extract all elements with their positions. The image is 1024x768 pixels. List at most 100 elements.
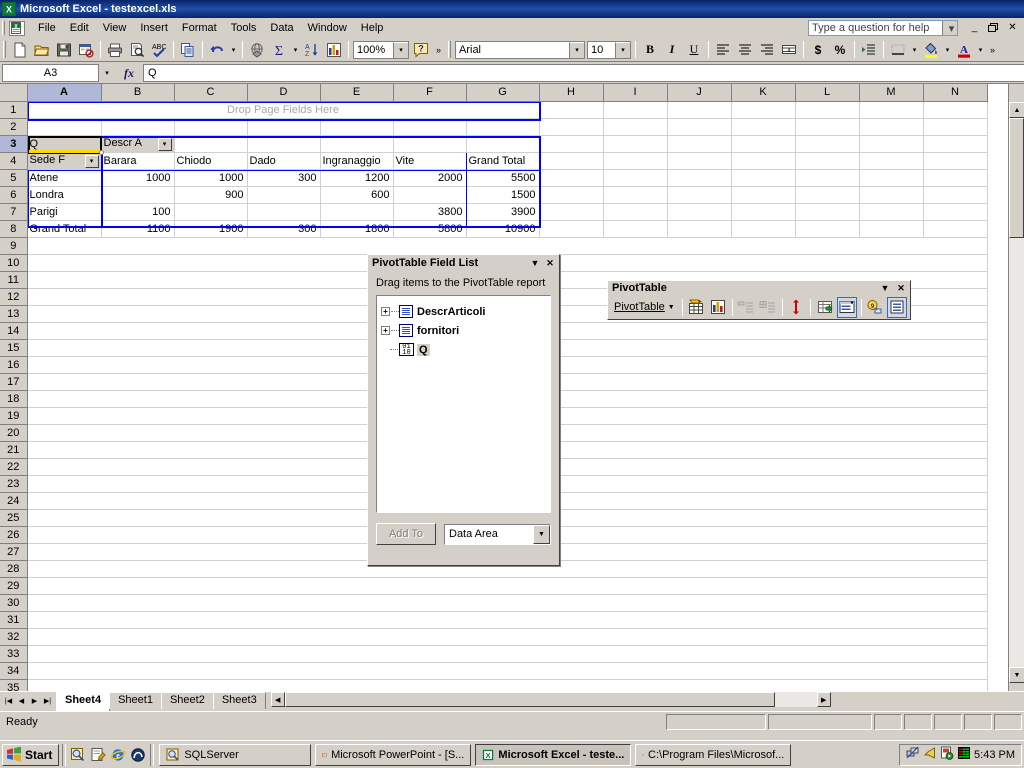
row-header-23[interactable]: 23 [0, 475, 28, 493]
cell-j3[interactable] [667, 135, 732, 153]
increase-indent-icon[interactable] [858, 39, 880, 60]
resource-meter-icon[interactable] [957, 746, 971, 763]
cell-l4[interactable] [795, 152, 860, 170]
pivot-row-field-dropdown-icon[interactable]: ▾ [84, 154, 99, 168]
horizontal-scroll-track[interactable] [774, 692, 817, 707]
cell-k8[interactable] [731, 220, 796, 238]
cell-n4[interactable] [923, 152, 988, 170]
row-header-4[interactable]: 4 [0, 152, 28, 170]
pivottable-field-list-dialog[interactable]: PivotTable Field List ▼ ✕ Drag items to … [367, 254, 560, 566]
chevron-down-icon[interactable]: ▾ [615, 41, 630, 58]
toolbar-gripper[interactable] [3, 41, 6, 58]
dialog-titlebar[interactable]: PivotTable Field List ▼ ✕ [368, 255, 559, 271]
row-header-33[interactable]: 33 [0, 645, 28, 663]
row-header-18[interactable]: 18 [0, 390, 28, 408]
align-left-icon[interactable] [712, 39, 734, 60]
vertical-scroll-track[interactable] [1009, 238, 1024, 667]
pivottable-toolbar[interactable]: PivotTable ▼ ✕ PivotTable ▼ 9 [607, 280, 911, 320]
formatting-toolbar-overflow-icon[interactable]: » [986, 45, 999, 54]
pivot-value-0-3[interactable]: 1200 [320, 169, 394, 187]
underline-button[interactable]: U [683, 39, 705, 60]
copy-icon[interactable] [177, 39, 199, 60]
format-report-icon[interactable] [687, 297, 706, 318]
hide-detail-icon[interactable] [737, 297, 756, 318]
include-hidden-items-icon[interactable] [815, 297, 834, 318]
column-header-b[interactable]: B [101, 84, 175, 102]
borders-icon[interactable] [887, 39, 909, 60]
row-header-2[interactable]: 2 [0, 118, 28, 136]
volume-icon[interactable] [923, 746, 937, 763]
vertical-scrollbar[interactable]: ▲ ▼ [1008, 84, 1024, 691]
row-header-13[interactable]: 13 [0, 305, 28, 323]
pivot-value-1-3[interactable]: 600 [320, 186, 394, 204]
print-preview-icon[interactable] [126, 39, 148, 60]
chevron-down-icon[interactable]: ▾ [393, 41, 408, 58]
cell-h8[interactable] [539, 220, 604, 238]
hyperlink-icon[interactable] [246, 39, 268, 60]
horizontal-scrollbar[interactable]: ◀ ▶ [265, 692, 1024, 707]
cell-l2[interactable] [795, 118, 860, 136]
close-button[interactable]: ✕ [1004, 20, 1021, 35]
pivot-row-label-0[interactable]: Atene [27, 169, 102, 187]
sheet-tab-sheet3[interactable]: Sheet3 [212, 692, 266, 709]
chart-wizard-icon[interactable] [323, 39, 345, 60]
row-header-12[interactable]: 12 [0, 288, 28, 306]
taskbar-item-sqlserver[interactable]: SQLServer [159, 743, 312, 766]
pivot-value-2-4[interactable]: 3800 [393, 203, 467, 221]
pivot-value-0-2[interactable]: 300 [247, 169, 321, 187]
cell-k1[interactable] [731, 101, 796, 119]
cell-i4[interactable] [603, 152, 668, 170]
scroll-down-icon[interactable]: ▼ [1009, 667, 1024, 683]
cell-i7[interactable] [603, 203, 668, 221]
cell-m7[interactable] [859, 203, 924, 221]
formatting-toolbar-gripper[interactable] [448, 41, 451, 58]
row-header-19[interactable]: 19 [0, 407, 28, 425]
field-settings-icon[interactable] [836, 296, 857, 318]
taskbar-item-powerpoint[interactable]: P Microsoft PowerPoint - [S... [315, 743, 472, 766]
cell-n2[interactable] [923, 118, 988, 136]
pivot-value-2-0[interactable]: 100 [101, 203, 175, 221]
fill-color-dropdown-icon[interactable]: ▾ [942, 39, 953, 60]
dialog-options-dropdown-icon[interactable]: ▼ [528, 257, 542, 270]
pivot-value-0-4[interactable]: 2000 [393, 169, 467, 187]
row-header-9[interactable]: 9 [0, 237, 28, 255]
menubar-gripper[interactable] [2, 21, 5, 35]
cell-l8[interactable] [795, 220, 860, 238]
menu-tools[interactable]: Tools [224, 20, 264, 36]
menu-window[interactable]: Window [301, 20, 354, 36]
column-header-n[interactable]: N [923, 84, 988, 102]
cell-h6[interactable] [539, 186, 604, 204]
clock[interactable]: 5:43 PM [974, 749, 1015, 761]
cell-m2[interactable] [859, 118, 924, 136]
document-icon[interactable]: X [9, 20, 25, 36]
pivot-col-header-0[interactable]: Barara [101, 152, 175, 170]
pivot-value-1-0[interactable] [101, 186, 175, 204]
row-header-34[interactable]: 34 [0, 662, 28, 680]
currency-style-button[interactable]: $ [807, 39, 829, 60]
font-combo[interactable]: Arial ▾ [455, 40, 585, 59]
column-header-c[interactable]: C [174, 84, 248, 102]
chart-wizard-icon[interactable] [708, 297, 727, 318]
autosum-dropdown-icon[interactable]: ▾ [290, 39, 301, 60]
zoom-combo[interactable]: 100% ▾ [353, 40, 409, 59]
pivot-value-1-2[interactable] [247, 186, 321, 204]
row-header-10[interactable]: 10 [0, 254, 28, 272]
restore-button[interactable] [985, 20, 1002, 35]
scroll-up-icon[interactable]: ▲ [1009, 102, 1024, 118]
field-tree[interactable]: + DescrArticoli + fornitori 01 10 Q [376, 295, 551, 513]
row-header-6[interactable]: 6 [0, 186, 28, 204]
italic-button[interactable]: I [661, 39, 683, 60]
borders-dropdown-icon[interactable]: ▾ [909, 39, 920, 60]
row-header-11[interactable]: 11 [0, 271, 28, 289]
cell-h5[interactable] [539, 169, 604, 187]
formula-input[interactable]: Q [143, 63, 1024, 82]
cell-h2[interactable] [539, 118, 604, 136]
column-header-e[interactable]: E [320, 84, 394, 102]
horizontal-scroll-thumb[interactable] [284, 692, 775, 707]
show-desktop-icon[interactable] [69, 746, 87, 764]
undo-dropdown-icon[interactable]: ▾ [228, 39, 239, 60]
pivot-value-0-1[interactable]: 1000 [174, 169, 248, 187]
column-header-j[interactable]: J [667, 84, 732, 102]
cell-h4[interactable] [539, 152, 604, 170]
toolbar-overflow-icon[interactable]: » [432, 45, 445, 54]
